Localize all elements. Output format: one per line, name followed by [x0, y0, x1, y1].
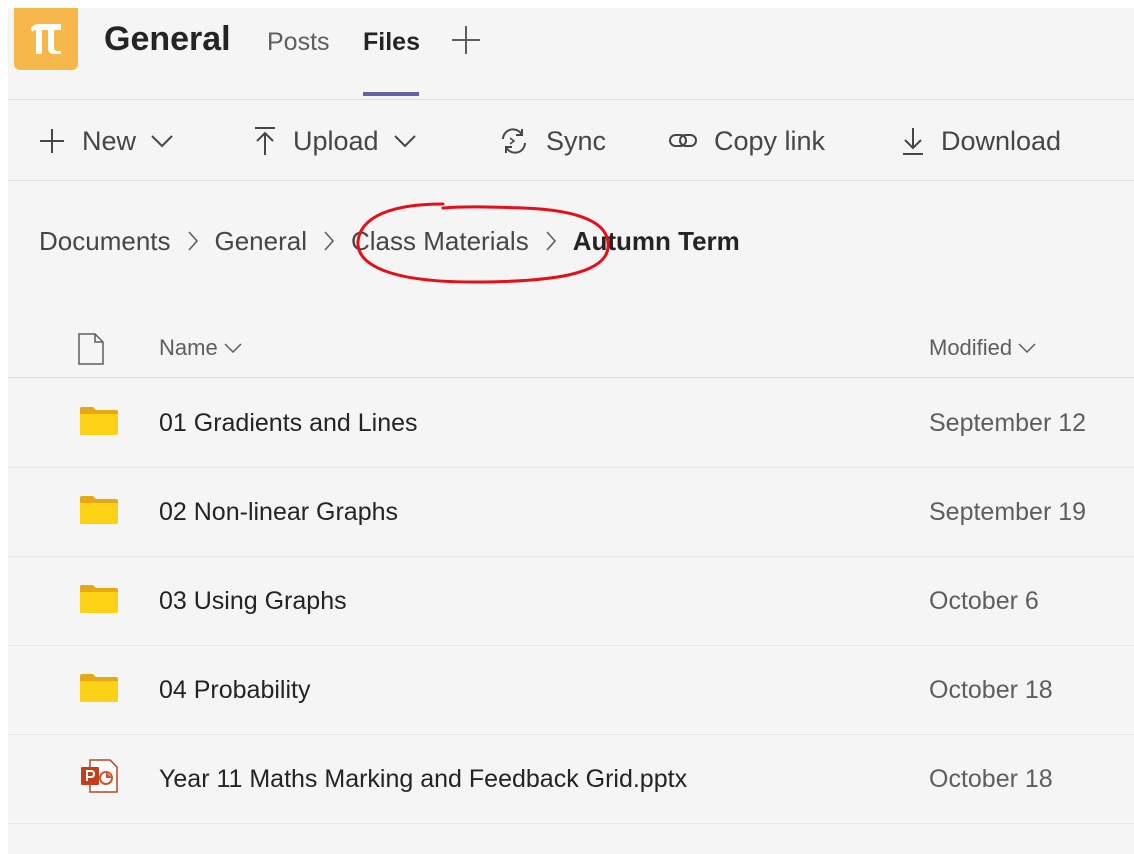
table-row[interactable]: 04 Probability October 18 [8, 646, 1134, 735]
table-row[interactable]: Year 11 Maths Marking and Feedback Grid.… [8, 735, 1134, 824]
breadcrumb: Documents General Class Materials Autumn… [39, 221, 740, 261]
folder-icon [80, 407, 118, 435]
pi-icon [31, 24, 61, 54]
sync-icon [502, 128, 526, 154]
download-button[interactable]: Download [901, 123, 1061, 159]
breadcrumb-current: Autumn Term [572, 225, 740, 256]
new-label: New [82, 125, 137, 156]
download-icon [903, 128, 923, 155]
channel-title: General [104, 20, 231, 58]
chevron-down-icon [393, 135, 416, 148]
breadcrumb-general[interactable]: General [215, 226, 308, 257]
name-column-label: Name [159, 335, 218, 360]
copy-link-button[interactable]: Copy link [668, 123, 825, 159]
upload-label: Upload [293, 125, 379, 156]
chevron-right-icon [187, 230, 199, 252]
table-row[interactable]: 01 Gradients and Lines September 12 [8, 379, 1134, 468]
copy-link-label: Copy link [714, 125, 826, 156]
new-button[interactable]: New [38, 123, 174, 159]
plus-icon [452, 26, 480, 54]
sync-button[interactable]: Sync [498, 123, 606, 159]
tab-files[interactable]: Files [363, 28, 420, 57]
modified-date: October 18 [929, 765, 1053, 793]
file-name[interactable]: 03 Using Graphs [159, 587, 347, 616]
breadcrumb-documents[interactable]: Documents [39, 226, 171, 257]
upload-button[interactable]: Upload [253, 123, 417, 159]
modified-date: September 19 [929, 498, 1087, 526]
powerpoint-file-icon [81, 759, 118, 793]
chevron-down-icon [1018, 343, 1036, 353]
chevron-down-icon [151, 135, 173, 148]
breadcrumb-class-materials[interactable]: Class Materials [351, 226, 529, 257]
channel-header: General Posts Files [8, 8, 1134, 100]
active-tab-indicator [363, 92, 419, 96]
sync-label: Sync [546, 125, 607, 156]
folder-icon [80, 585, 118, 613]
name-column-header[interactable]: Name [159, 335, 242, 361]
file-name[interactable]: Year 11 Maths Marking and Feedback Grid.… [159, 765, 687, 794]
modified-date: October 6 [929, 587, 1039, 615]
plus-icon [40, 129, 64, 153]
modified-column-label: Modified [929, 335, 1013, 360]
file-list-header: Name Modified [8, 313, 1134, 378]
modified-date: October 18 [929, 676, 1053, 704]
tab-posts[interactable]: Posts [267, 28, 330, 57]
file-name[interactable]: 01 Gradients and Lines [159, 409, 418, 438]
download-label: Download [941, 125, 1062, 156]
table-row[interactable]: 02 Non-linear Graphs September 19 [8, 468, 1134, 557]
modified-date: September 12 [929, 409, 1087, 437]
command-bar: New Upload Sync Copy link Download [8, 101, 1134, 181]
folder-icon [80, 674, 118, 702]
modified-column-header[interactable]: Modified [929, 335, 1036, 361]
add-tab-button[interactable] [450, 24, 482, 61]
chevron-down-icon [224, 343, 242, 353]
chevron-right-icon [545, 230, 557, 252]
document-icon [78, 333, 104, 365]
file-name[interactable]: 04 Probability [159, 676, 310, 705]
team-avatar[interactable] [14, 8, 78, 70]
file-name[interactable]: 02 Non-linear Graphs [159, 498, 398, 527]
link-icon [669, 134, 697, 147]
upload-icon [255, 127, 275, 155]
chevron-right-icon [323, 230, 335, 252]
files-app-frame: General Posts Files New Upload Sync Copy… [8, 8, 1134, 854]
folder-icon [80, 496, 118, 524]
table-row[interactable]: 03 Using Graphs October 6 [8, 557, 1134, 646]
